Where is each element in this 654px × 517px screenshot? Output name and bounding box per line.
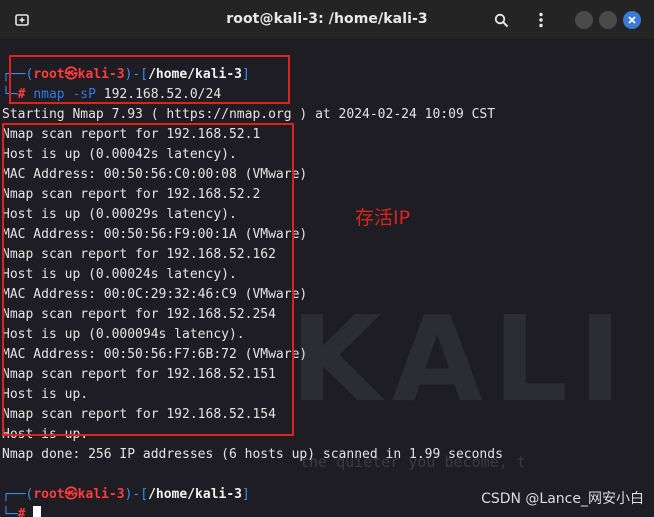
prompt-box-top: ┌──( (2, 487, 34, 502)
terminal-window: root@kali-3: /home/kali-3 KALI the quiet… (0, 0, 654, 517)
minimize-button[interactable] (575, 11, 593, 29)
maximize-button[interactable] (599, 11, 617, 29)
text-cursor (33, 506, 42, 517)
prompt-box-bottom: └─ (2, 507, 18, 517)
prompt-hash: # (17, 507, 26, 517)
output-line: Nmap done: 256 IP addresses (6 hosts up)… (2, 447, 503, 462)
command-highlight-box (9, 55, 290, 104)
active-command-line[interactable]: └─# (2, 505, 42, 517)
window-title: root@kali-3: /home/kali-3 (226, 11, 428, 27)
csdn-watermark: CSDN @Lance_网安小白 (481, 491, 644, 507)
prompt-line-2: ┌──(root㉿kali-3)-[/home/kali-3] (2, 485, 250, 505)
close-button[interactable] (623, 11, 641, 29)
results-highlight-box (2, 123, 294, 436)
output-line: Starting Nmap 7.93 ( https://nmap.org ) … (2, 107, 496, 122)
search-icon (494, 13, 508, 27)
close-icon (628, 16, 636, 24)
prompt-close: ] (242, 487, 250, 502)
prompt-user: root㉿kali-3 (33, 487, 125, 502)
kebab-menu-icon (539, 12, 543, 28)
search-button[interactable] (487, 6, 515, 34)
prompt-mid: )-[ (124, 487, 149, 502)
title-bar: root@kali-3: /home/kali-3 (0, 0, 654, 40)
menu-button[interactable] (527, 6, 555, 34)
alive-ip-annotation: 存活IP (355, 207, 411, 229)
prompt-path: /home/kali-3 (148, 487, 242, 502)
